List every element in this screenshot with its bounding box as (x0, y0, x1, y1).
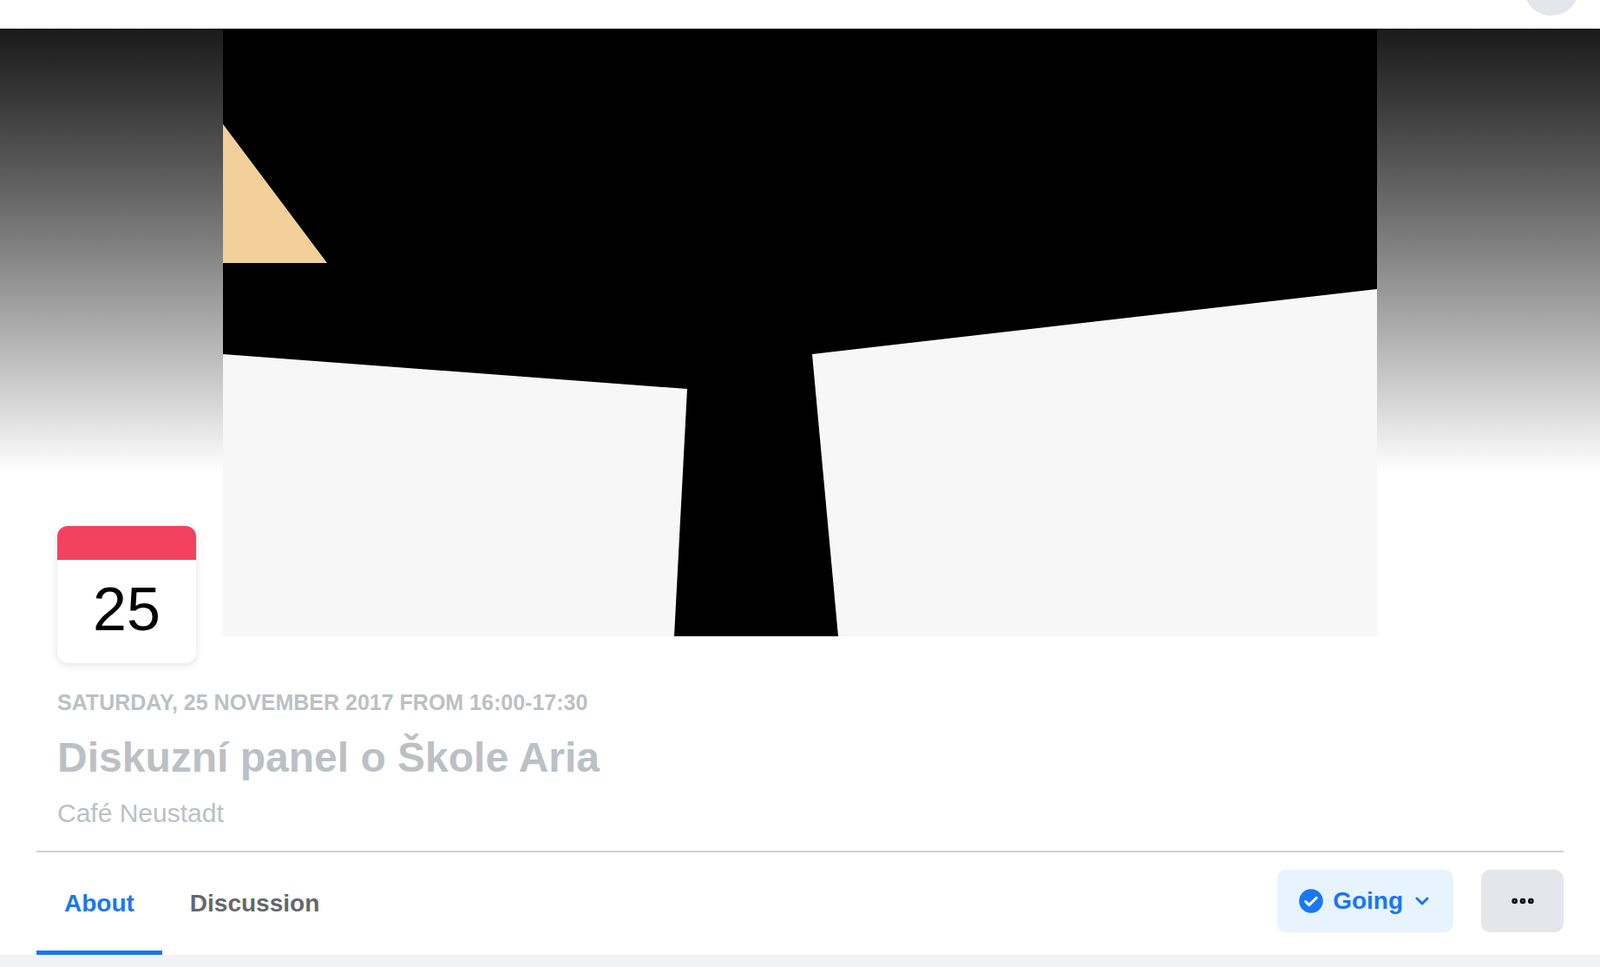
top-bar (0, 0, 1600, 29)
event-title: Diskuzní panel o Škole Aria (57, 732, 1543, 783)
going-button[interactable]: Going (1277, 869, 1454, 932)
event-page: 25 SATURDAY, 25 NOVEMBER 2017 FROM 16:00-… (0, 0, 1600, 967)
cover-section: 25 (0, 28, 1600, 637)
calendar-badge: 25 (57, 525, 197, 663)
cover-image (222, 28, 1378, 637)
going-label: Going (1332, 882, 1404, 919)
calendar-day: 25 (57, 559, 197, 663)
more-dots-icon (1508, 886, 1537, 915)
event-venue: Café Neustadt (57, 797, 1543, 829)
chevron-down-icon (1411, 890, 1433, 912)
check-circle-icon (1298, 887, 1325, 914)
tabs: AboutDiscussion (36, 852, 348, 955)
more-button[interactable] (1481, 869, 1564, 932)
actions: Going (1277, 852, 1564, 955)
event-info: SATURDAY, 25 NOVEMBER 2017 FROM 16:00-17… (0, 636, 1600, 851)
event-header: 25 SATURDAY, 25 NOVEMBER 2017 FROM 16:00-… (0, 28, 1600, 955)
calendar-badge-top (57, 525, 197, 560)
tab[interactable]: Discussion (162, 852, 348, 955)
event-date: SATURDAY, 25 NOVEMBER 2017 FROM 16:00-17… (57, 688, 1543, 715)
divider (36, 850, 1564, 853)
tab-bar: AboutDiscussion Going (36, 852, 1564, 955)
account-avatar[interactable] (1523, 0, 1580, 16)
cover-artwork-icon (222, 28, 1378, 637)
tab[interactable]: About (36, 852, 163, 955)
